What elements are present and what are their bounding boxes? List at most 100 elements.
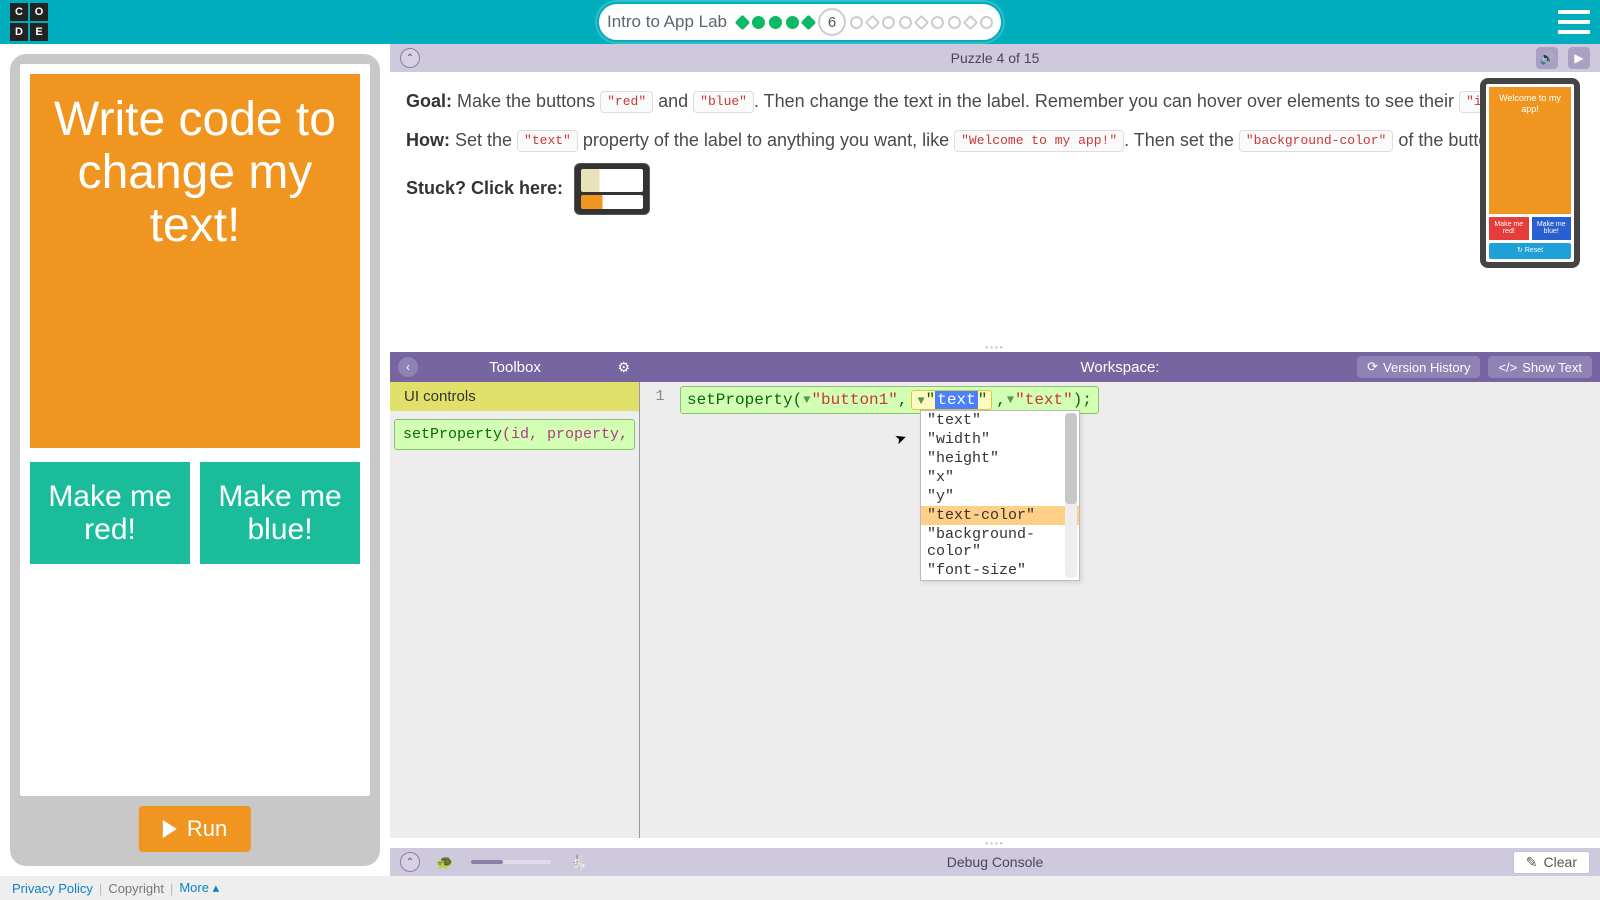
progress-dot[interactable] xyxy=(850,16,863,29)
mini-button-row: Make me red! Make me blue! xyxy=(1489,217,1571,240)
how-text: Set the xyxy=(450,130,517,150)
code-arg3[interactable]: "text" xyxy=(1015,391,1073,409)
how-line: How: Set the "text" property of the labe… xyxy=(406,125,1584,156)
progress-dot[interactable] xyxy=(882,16,895,29)
menu-icon[interactable] xyxy=(1558,10,1590,34)
app-preview-panel: Write code to change my text! Make me re… xyxy=(0,44,390,876)
toolbox-block-setproperty[interactable]: setProperty(id, property, va xyxy=(394,419,635,450)
collapse-toggle-icon[interactable]: ⌃ xyxy=(400,48,420,68)
resize-handle[interactable]: •••• xyxy=(390,838,1600,848)
line-number: 1 xyxy=(655,388,664,405)
right-panel: ⌃ Puzzle 4 of 15 🔊 ▶ Goal: Make the butt… xyxy=(390,44,1600,876)
autocomplete-option[interactable]: "text-color" xyxy=(921,506,1079,525)
workspace-title: Workspace: xyxy=(1081,359,1160,376)
toolbox-back-icon[interactable]: ‹ xyxy=(398,357,418,377)
progress-dot[interactable] xyxy=(931,16,944,29)
make-me-red-button[interactable]: Make me red! xyxy=(30,462,190,564)
how-text: property of the label to anything you wa… xyxy=(578,130,954,150)
autocomplete-option[interactable]: "y" xyxy=(921,487,1079,506)
speed-slider[interactable] xyxy=(471,860,551,864)
code-workspace[interactable]: 1 setProperty(▼"button1", ▼"text", ▼"tex… xyxy=(640,382,1600,838)
separator: | xyxy=(170,881,173,896)
goal-text: . Then change the text in the label. Rem… xyxy=(754,91,1459,111)
autocomplete-option[interactable]: "text" xyxy=(921,411,1079,430)
version-history-button[interactable]: ⟳ Version History xyxy=(1357,356,1480,378)
goal-text: Make the buttons xyxy=(452,91,600,111)
show-text-button[interactable]: </> Show Text xyxy=(1488,356,1592,378)
rabbit-icon: 🐇 xyxy=(569,854,586,871)
dropdown-icon[interactable]: ▼ xyxy=(803,393,810,407)
show-text-label: Show Text xyxy=(1522,360,1582,375)
line-gutter: 1 xyxy=(640,382,680,838)
progress-dot[interactable] xyxy=(980,16,993,29)
debug-title: Debug Console xyxy=(947,854,1044,870)
run-label: Run xyxy=(187,816,227,842)
autocomplete-option[interactable]: "height" xyxy=(921,449,1079,468)
mini-label: Welcome to my app! xyxy=(1489,87,1571,214)
mini-blue-button: Make me blue! xyxy=(1532,217,1572,240)
logo-letter: C xyxy=(10,3,28,21)
hint-thumbnail[interactable] xyxy=(574,163,650,215)
progress-dots: 6 xyxy=(737,8,993,36)
progress-dot[interactable] xyxy=(769,16,782,29)
progress-dot[interactable] xyxy=(786,16,799,29)
code-org-logo[interactable]: C O D E xyxy=(10,3,48,41)
play-icon[interactable]: ▶ xyxy=(1568,47,1590,69)
workspace-header-row: ‹ Toolbox ⚙ Workspace: ⟳ Version History… xyxy=(390,352,1600,382)
run-button[interactable]: Run xyxy=(139,806,251,852)
dropdown-icon[interactable]: ▼ xyxy=(917,394,924,408)
block-sig: (id, property, va xyxy=(502,426,635,443)
progress-dot[interactable] xyxy=(914,14,930,30)
chip-red: "red" xyxy=(600,91,653,113)
progress-dot[interactable] xyxy=(735,14,751,30)
autocomplete-option[interactable]: "font-size" xyxy=(921,561,1079,580)
progress-dot[interactable] xyxy=(963,14,979,30)
gear-icon[interactable]: ⚙ xyxy=(617,359,630,376)
instructions-header: ⌃ Puzzle 4 of 15 🔊 ▶ xyxy=(390,44,1600,72)
clear-button[interactable]: ✎ Clear xyxy=(1513,851,1590,874)
autocomplete-option[interactable]: "x" xyxy=(921,468,1079,487)
progress-dot-current[interactable]: 6 xyxy=(818,8,846,36)
sound-icon[interactable]: 🔊 xyxy=(1536,47,1558,69)
more-link[interactable]: More ▴ xyxy=(179,880,219,896)
goal-text: and xyxy=(653,91,693,111)
toolbox-panel: UI controls setProperty(id, property, va xyxy=(390,382,640,838)
toolbox-header: ‹ Toolbox ⚙ xyxy=(390,352,640,382)
stuck-line: Stuck? Click here: xyxy=(406,163,1584,215)
autocomplete-option[interactable]: "background-color" xyxy=(921,525,1079,561)
how-text: . Then set the xyxy=(1124,130,1239,150)
lesson-progress-pill: Intro to App Lab 6 xyxy=(597,2,1003,42)
puzzle-number: Puzzle 4 of 15 xyxy=(951,50,1040,66)
turtle-icon: 🐢 xyxy=(436,854,453,871)
progress-dot[interactable] xyxy=(801,14,817,30)
progress-dot[interactable] xyxy=(899,16,912,29)
how-label: How: xyxy=(406,130,450,150)
property-dropdown-field[interactable]: ▼"text" xyxy=(911,390,992,410)
toolbox-category[interactable]: UI controls xyxy=(390,382,639,411)
autocomplete-option[interactable]: "width" xyxy=(921,430,1079,449)
privacy-link[interactable]: Privacy Policy xyxy=(12,881,93,896)
dropdown-icon[interactable]: ▼ xyxy=(1007,393,1014,407)
progress-dot[interactable] xyxy=(948,16,961,29)
app-label[interactable]: Write code to change my text! xyxy=(30,74,360,448)
resize-handle[interactable]: •••• xyxy=(390,342,1600,352)
separator: | xyxy=(99,881,102,896)
mini-phone-preview[interactable]: Welcome to my app! Make me red! Make me … xyxy=(1480,78,1580,268)
debug-console-bar: ⌃ 🐢 🐇 Debug Console ✎ Clear xyxy=(390,848,1600,876)
progress-dot[interactable] xyxy=(752,16,765,29)
chip-bg: "background-color" xyxy=(1239,130,1393,152)
main-area: Write code to change my text! Make me re… xyxy=(0,44,1600,876)
scrollbar[interactable] xyxy=(1065,413,1077,578)
logo-letter: E xyxy=(30,23,48,41)
mini-red-button: Make me red! xyxy=(1489,217,1529,240)
progress-dot[interactable] xyxy=(865,14,881,30)
collapse-toggle-icon[interactable]: ⌃ xyxy=(400,852,420,872)
autocomplete-dropdown[interactable]: "text""width""height""x""y""text-color""… xyxy=(920,410,1080,581)
phone-frame: Write code to change my text! Make me re… xyxy=(10,54,380,866)
cursor-icon: ➤ xyxy=(892,429,909,449)
code-area[interactable]: setProperty(▼"button1", ▼"text", ▼"text"… xyxy=(680,382,1600,838)
toolbox-title: Toolbox xyxy=(489,359,541,376)
make-me-blue-button[interactable]: Make me blue! xyxy=(200,462,360,564)
debug-controls: 🐢 🐇 xyxy=(436,854,587,871)
code-arg1[interactable]: "button1" xyxy=(811,391,897,409)
